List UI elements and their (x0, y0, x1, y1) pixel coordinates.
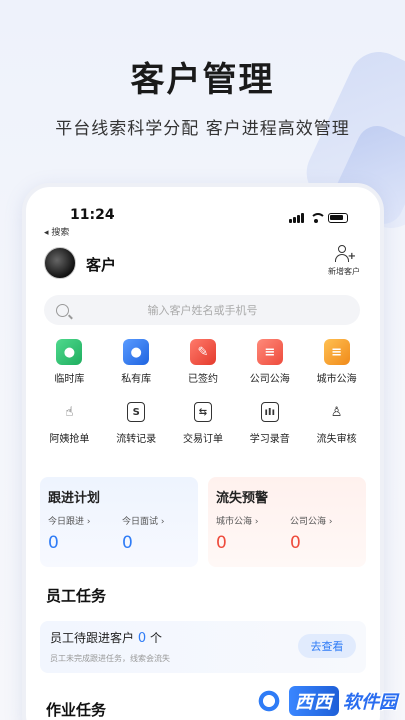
task-subtitle: 员工未完成跟进任务，线索会流失 (50, 654, 170, 663)
grid-item-label: 私有库 (121, 374, 152, 385)
task-title-text: 员工待跟进客户 (50, 631, 135, 645)
search-bar[interactable] (44, 295, 360, 325)
grid-item-grab-order[interactable]: ☝ 阿姨抢单 (36, 399, 103, 446)
header: 客户 + 新增客户 (44, 245, 364, 283)
today-follow-up-value: 0 (48, 533, 59, 553)
today-interview-value: 0 (122, 533, 133, 553)
today-follow-up-label: 今日跟进 › (48, 517, 91, 527)
phone-frame: 11:24 ◂ 搜索 客户 + 新增客户 ● 临时库 ● 私有库 ✎ (22, 183, 384, 720)
page-title: 客户 (86, 256, 117, 274)
follow-plan-title: 跟进计划 (48, 491, 101, 506)
staff-tasks-title: 员工任务 (46, 587, 107, 605)
grid-item-company-pool[interactable]: ≡ 公司公海 (236, 339, 303, 385)
back-link[interactable]: ◂ 搜索 (44, 225, 69, 238)
follow-plan-card: 跟进计划 今日跟进 › 0 今日面试 › 0 (40, 477, 198, 567)
company-pool-icon: ≡ (256, 339, 283, 365)
grid-item-transfer-record[interactable]: S 流转记录 (103, 399, 170, 445)
add-customer-button[interactable]: + 新增客户 (324, 245, 364, 277)
add-customer-label: 新增客户 (328, 267, 360, 276)
city-pool-alert-value: 0 (216, 533, 227, 553)
churn-alert-card: 流失预警 城市公海 › 0 公司公海 › 0 (208, 477, 366, 567)
city-pool-alert[interactable]: 城市公海 › 0 (216, 514, 284, 553)
transfer-record-icon: S (123, 399, 149, 425)
go-view-button[interactable]: 去查看 (298, 634, 356, 658)
today-interview-label: 今日面试 › (122, 517, 165, 527)
grid-item-label: 流转记录 (116, 434, 157, 445)
company-pool-alert[interactable]: 公司公海 › 0 (290, 514, 358, 553)
grid-item-signed[interactable]: ✎ 已签约 (170, 339, 237, 385)
company-pool-alert-value: 0 (290, 533, 301, 553)
staff-task-card: 员工待跟进客户 0 个 员工未完成跟进任务，线索会流失 去查看 (40, 621, 366, 673)
feature-grid: ● 临时库 ● 私有库 ✎ 已签约 ≡ 公司公海 ≡ 城市公海 ☝ 阿姨抢单 S… (36, 339, 370, 445)
study-audio-icon: ıIı (257, 399, 283, 425)
churn-review-icon: ♙ (330, 404, 343, 420)
search-icon (56, 303, 69, 317)
grid-item-city-pool[interactable]: ≡ 城市公海 (303, 339, 370, 385)
city-pool-icon: ≡ (323, 339, 350, 365)
watermark-logo-icon (253, 690, 285, 712)
status-icons (289, 213, 348, 223)
wifi-icon (309, 213, 326, 223)
grid-item-label: 阿姨抢单 (49, 434, 90, 445)
summary-cards: 跟进计划 今日跟进 › 0 今日面试 › 0 流失预警 城市公海 › 0 公司公… (40, 477, 366, 567)
grid-item-label: 临时库 (54, 374, 85, 385)
work-tasks-title: 作业任务 (46, 701, 107, 719)
grid-item-label: 学习录音 (249, 434, 290, 445)
signed-icon: ✎ (189, 339, 216, 365)
churn-alert-title: 流失预警 (216, 491, 269, 506)
grid-item-label: 已签约 (187, 374, 218, 385)
grid-item-label: 城市公海 (316, 374, 357, 385)
promo-subtitle: 平台线索科学分配 客户进程高效管理 (55, 119, 350, 139)
battery-icon (328, 213, 348, 223)
promo-title: 客户管理 (130, 60, 275, 100)
today-follow-up[interactable]: 今日跟进 › 0 (48, 514, 116, 553)
task-title: 员工待跟进客户 0 个 (50, 629, 162, 646)
status-time: 11:24 (70, 207, 115, 223)
company-pool-alert-label: 公司公海 › (290, 517, 333, 527)
grid-item-label: 公司公海 (249, 374, 290, 385)
search-input[interactable] (69, 303, 336, 317)
grab-order-icon: ☝ (65, 404, 74, 420)
trade-order-icon: ⇆ (190, 399, 216, 425)
task-unit: 个 (149, 631, 162, 645)
signal-icon (289, 213, 304, 223)
city-pool-alert-label: 城市公海 › (216, 517, 259, 527)
watermark: 西西 软件园 (253, 686, 397, 716)
grid-item-label: 流失审核 (316, 434, 357, 445)
watermark-text-2: 软件园 (343, 692, 397, 713)
avatar[interactable] (44, 247, 76, 279)
private-library-icon: ● (123, 339, 150, 365)
grid-item-trade-order[interactable]: ⇆ 交易订单 (170, 399, 237, 445)
task-count: 0 (137, 631, 147, 646)
temp-library-icon: ● (56, 339, 83, 365)
watermark-text: 西西 (289, 686, 339, 716)
grid-item-temp-library[interactable]: ● 临时库 (36, 339, 103, 385)
today-interview[interactable]: 今日面试 › 0 (122, 514, 190, 553)
add-user-icon: + (335, 245, 356, 263)
grid-item-private-library[interactable]: ● 私有库 (103, 339, 170, 385)
grid-item-churn-review[interactable]: ♙ 流失审核 (303, 399, 370, 446)
grid-item-label: 交易订单 (182, 434, 223, 445)
grid-item-study-audio[interactable]: ıIı 学习录音 (236, 399, 303, 445)
